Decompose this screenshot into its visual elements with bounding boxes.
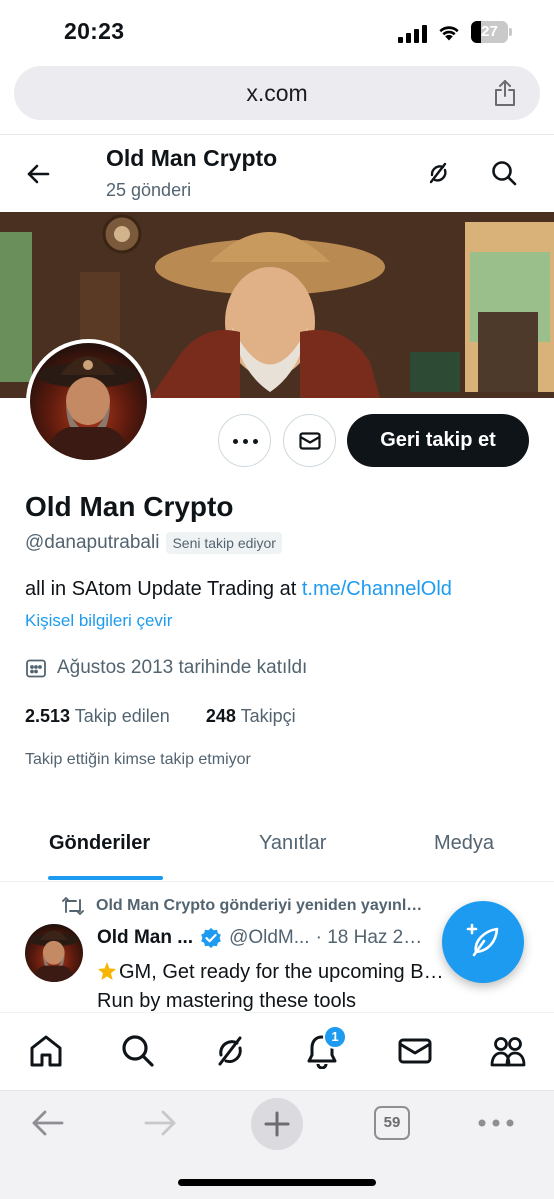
profile-header-title: Old Man Crypto [106,145,278,171]
username-row: @danaputrabali Seni takip ediyor [25,532,282,554]
tab-replies[interactable]: Yanıtlar [259,832,326,855]
share-icon[interactable] [492,79,518,107]
compose-post-button[interactable] [442,901,524,983]
bio-link[interactable]: t.me/ChannelOld [302,578,452,600]
search-icon[interactable] [490,159,518,187]
divider [0,134,554,135]
repost-label: Old Man Crypto gönderiyi yeniden yayınl… [96,897,423,914]
url-text[interactable]: x.com [14,66,540,120]
bio: all in SAtom Update Trading at t.me/Chan… [25,578,452,601]
message-button[interactable] [283,414,336,467]
display-name: Old Man Crypto [25,491,234,522]
tab-media[interactable]: Medya [434,832,494,855]
post-date[interactable]: · 18 Haz 2… [316,927,423,949]
followers-count: 248 [205,706,236,726]
post-header: Old Man ... @OldM... · 18 Haz 2… [97,927,422,949]
followers-label: Takipçi [240,706,296,726]
more-options-button[interactable] [218,414,271,467]
followed-by-note: Takip ettiğin kimse takip etmiyor [25,751,251,768]
follow-stats: 2.513 Takip edilen 248 Takipçi [25,706,296,727]
grok-icon[interactable] [212,1033,248,1069]
grok-icon[interactable] [424,159,452,187]
browser-forward-icon[interactable] [144,1108,178,1138]
verified-badge-icon [201,928,221,948]
joined-date-row: Ağustos 2013 tarihinde katıldı [25,657,307,679]
joined-date: Ağustos 2013 tarihinde katıldı [57,657,308,678]
browser-back-icon[interactable] [30,1108,64,1138]
glowing-star-emoji-icon [98,962,116,980]
following-label: Takip edilen [74,706,170,726]
bio-text: all in SAtom Update Trading at [25,578,302,600]
notification-count-badge: 1 [323,1025,347,1049]
username: @danaputrabali [25,532,160,553]
bottom-navigation [0,1012,554,1090]
back-arrow-icon[interactable] [24,160,52,188]
post-avatar[interactable] [25,924,83,982]
post-author[interactable]: Old Man ... [97,927,193,949]
calendar-icon [26,659,46,678]
plus-icon [264,1111,290,1137]
repost-indicator: Old Man Crypto gönderiyi yeniden yayınl… [62,896,422,916]
home-icon[interactable] [28,1033,64,1069]
active-tab-indicator [48,876,163,880]
status-bar: 20:23 27 [0,0,554,62]
new-tab-button[interactable] [251,1098,303,1150]
tab-posts[interactable]: Gönderiler [49,832,150,855]
following-link[interactable]: 2.513 Takip edilen [25,706,170,726]
followers-link[interactable]: 248 Takipçi [206,706,296,726]
status-time: 20:23 [64,18,125,44]
more-menu-icon[interactable] [478,1119,514,1127]
profile-tabs: Gönderiler Yanıtlar Medya [0,812,554,882]
battery-percentage: 27 [481,23,498,40]
compose-feather-icon [466,923,499,957]
retweet-icon [62,897,84,915]
cellular-signal-icon [398,25,428,43]
wifi-icon [439,26,459,41]
translate-bio-link[interactable]: Kişisel bilgileri çevir [25,611,172,631]
search-icon[interactable] [120,1033,156,1069]
following-count: 2.513 [25,706,71,726]
tab-count-button[interactable]: 59 [374,1106,410,1140]
post-count: 25 gönderi [106,180,192,200]
follow-back-button[interactable]: Geri takip et [347,414,529,467]
post-text-line-1: GM, Get ready for the upcoming B… [119,961,444,983]
post-text-line-2: Run by mastering these tools [97,990,357,1012]
profile-avatar[interactable] [26,339,151,464]
address-bar[interactable]: x.com [14,66,540,120]
envelope-icon [299,432,321,450]
more-dots-icon [233,439,238,444]
battery-icon: 27 [471,21,513,43]
post-handle[interactable]: @OldM... [229,927,310,949]
communities-icon[interactable] [490,1033,526,1069]
home-indicator [178,1179,376,1186]
messages-icon[interactable] [397,1033,433,1069]
follows-you-badge: Seni takip ediyor [166,532,282,554]
post-text[interactable]: GM, Get ready for the upcoming B… Run by… [97,958,467,1016]
